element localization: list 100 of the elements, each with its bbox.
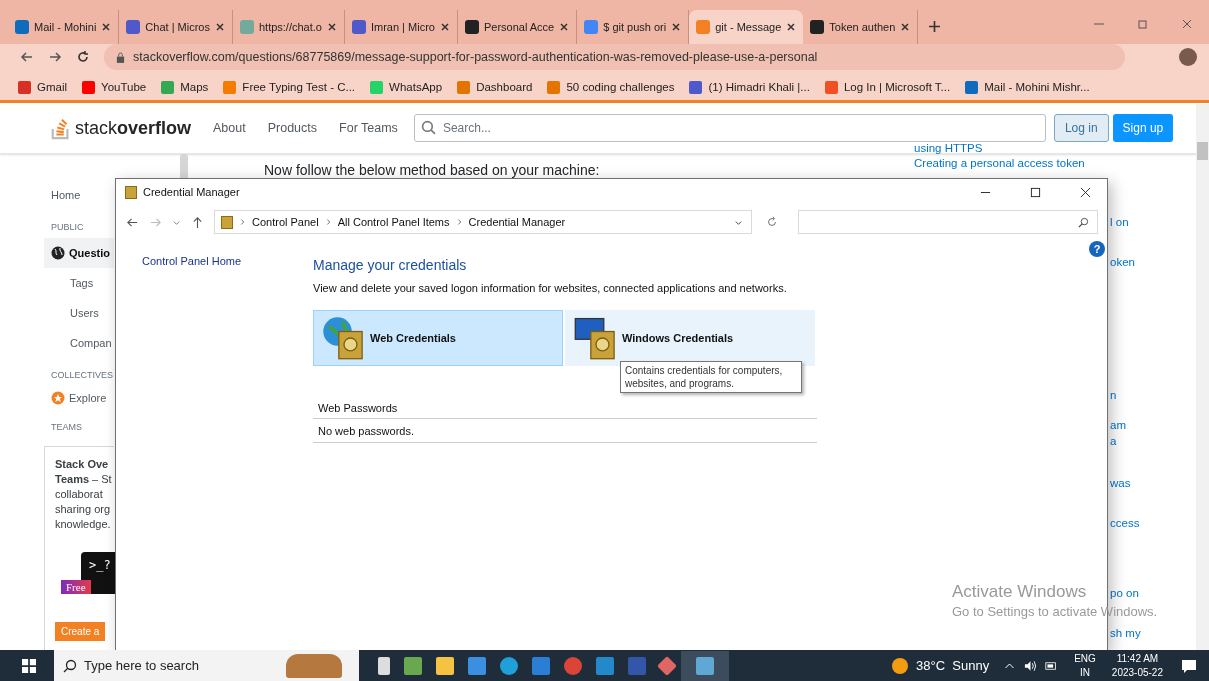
sidebar-item[interactable]: Tags — [44, 268, 114, 298]
description: View and delete your saved logon information for websites, connected applications and networks. — [313, 282, 788, 294]
close-icon[interactable] — [1080, 186, 1091, 198]
folder-icon[interactable] — [436, 656, 454, 675]
sidebar-item[interactable]: Explore — [44, 386, 114, 410]
close-icon[interactable] — [671, 22, 682, 32]
site-icon — [126, 20, 141, 34]
related-link[interactable]: sh my — [1110, 627, 1141, 639]
battery-icon[interactable] — [1045, 659, 1059, 672]
related-link[interactable]: n — [1110, 389, 1117, 401]
login-button[interactable]: Log in — [1053, 114, 1109, 142]
related-link[interactable]: ccess — [1110, 517, 1140, 529]
search-field[interactable]: Search... — [413, 114, 1046, 142]
close-icon[interactable] — [214, 22, 225, 32]
breadcrumb-item[interactable]: Control Panel — [252, 216, 319, 228]
nav-link[interactable]: About — [213, 121, 246, 135]
clock-date[interactable]: 2023-05-22 — [1111, 665, 1163, 680]
close-icon[interactable] — [559, 22, 570, 32]
help-button[interactable]: ? — [1089, 241, 1105, 257]
search-icon — [420, 120, 436, 135]
close-icon[interactable] — [101, 22, 112, 32]
notification-icon[interactable] — [1181, 657, 1197, 674]
credential-tile[interactable]: Windows Credentials — [565, 310, 815, 366]
task-view-icon[interactable] — [378, 656, 390, 675]
app-icon[interactable] — [404, 656, 422, 675]
bookmark[interactable]: YouTube — [82, 80, 147, 94]
related-link[interactable]: a — [1110, 435, 1117, 447]
sidebar-item[interactable]: Questio — [44, 238, 114, 268]
body-text: Now follow the below method based on your machine: — [264, 162, 600, 178]
site-icon — [239, 20, 254, 34]
language-text[interactable]: IN — [1080, 665, 1090, 680]
site-icon — [810, 20, 825, 34]
teams-text: knowledge. — [55, 517, 112, 532]
mail-icon[interactable] — [532, 656, 550, 675]
forward-icon[interactable] — [48, 50, 62, 64]
address-bar[interactable]: stackoverflow.com/questions/68775869/message-support-for-password-authentication-was-removed-please-use-a-personal — [104, 44, 1125, 70]
monitor-vault-icon — [574, 316, 618, 360]
close-icon[interactable] — [326, 22, 337, 32]
clock-time[interactable]: 11:42 AM — [1116, 651, 1159, 666]
speaker-icon[interactable] — [1024, 659, 1038, 672]
logo[interactable]: stackoverflow — [50, 115, 192, 141]
bookmark[interactable]: Log In | Microsoft T... — [824, 80, 951, 94]
browser-tab[interactable]: git - Message — [689, 10, 804, 44]
credential-tile[interactable]: Web Credentials — [313, 310, 563, 366]
new-tab-icon[interactable] — [928, 20, 942, 33]
page-heading: Manage your credentials — [313, 257, 468, 273]
code-editor-icon[interactable] — [596, 656, 614, 675]
address-bar[interactable]: Control Panel All Control Panel Items Credential Manager — [214, 210, 752, 234]
bookmark[interactable]: Maps — [161, 80, 209, 94]
nav-link[interactable]: For Teams — [339, 121, 398, 135]
refresh-icon[interactable] — [766, 216, 778, 228]
restore-icon[interactable] — [1137, 18, 1149, 30]
section-heading: TEAMS — [50, 421, 83, 434]
related-link[interactable]: po on — [1110, 587, 1139, 599]
related-link[interactable]: was — [1110, 477, 1131, 489]
sidebar-item[interactable]: Home — [44, 180, 114, 210]
window-title: Credential Manager — [143, 186, 240, 198]
related-link[interactable]: am — [1110, 419, 1126, 431]
close-icon[interactable] — [439, 22, 450, 32]
store-icon[interactable] — [468, 656, 486, 675]
sidebar-item[interactable]: Users — [44, 298, 114, 328]
breadcrumb-item[interactable]: Credential Manager — [468, 216, 566, 228]
hat-icon — [286, 654, 342, 678]
related-link[interactable]: oken — [1110, 256, 1135, 268]
control-panel-home-link[interactable]: Control Panel Home — [142, 255, 242, 267]
star-badge-icon — [51, 391, 65, 405]
related-link[interactable]: Creating a personal access token — [914, 157, 1085, 169]
avatar-icon[interactable] — [1179, 48, 1197, 66]
section-heading: COLLECTIVES — [50, 369, 114, 382]
related-link[interactable]: l on — [1110, 216, 1129, 228]
language-text[interactable]: ENG — [1074, 651, 1096, 666]
browser-icon[interactable] — [500, 656, 518, 675]
site-icon — [696, 20, 711, 34]
teams-text: Stack Ove — [55, 457, 110, 472]
search-field[interactable] — [798, 210, 1098, 234]
related-link[interactable]: using HTTPS — [914, 142, 983, 154]
windows-start-icon[interactable] — [22, 658, 36, 673]
bookmark[interactable]: Dashboard — [457, 80, 533, 94]
chrome-icon[interactable] — [564, 656, 582, 675]
bookmark[interactable]: WhatsApp — [370, 80, 443, 94]
breadcrumb-item[interactable]: All Control Panel Items — [337, 216, 450, 228]
bookmark[interactable]: Free Typing Test - C... — [223, 80, 356, 94]
nav-link[interactable]: Products — [267, 121, 318, 135]
close-icon[interactable] — [786, 22, 797, 32]
close-icon[interactable] — [900, 22, 911, 32]
reload-icon[interactable] — [76, 50, 90, 64]
bookmark[interactable]: Mail - Mohini Mishr... — [965, 80, 1090, 94]
sidebar-item[interactable]: Compan — [44, 328, 114, 358]
vault-icon — [221, 215, 233, 229]
bookmark[interactable]: 50 coding challenges — [547, 80, 675, 94]
section-heading: Web Passwords — [313, 402, 817, 419]
back-icon[interactable] — [20, 50, 34, 64]
control-panel-icon[interactable] — [681, 650, 729, 681]
section-heading: PUBLIC — [50, 221, 85, 234]
bookmark[interactable]: (1) Himadri Khali |... — [689, 80, 810, 94]
activation-title: Activate Windows — [952, 582, 1087, 602]
maximize-icon[interactable] — [1030, 186, 1041, 198]
up-icon[interactable] — [191, 215, 204, 229]
chevron-icon — [456, 218, 462, 226]
bookmark[interactable]: Gmail — [18, 80, 68, 94]
